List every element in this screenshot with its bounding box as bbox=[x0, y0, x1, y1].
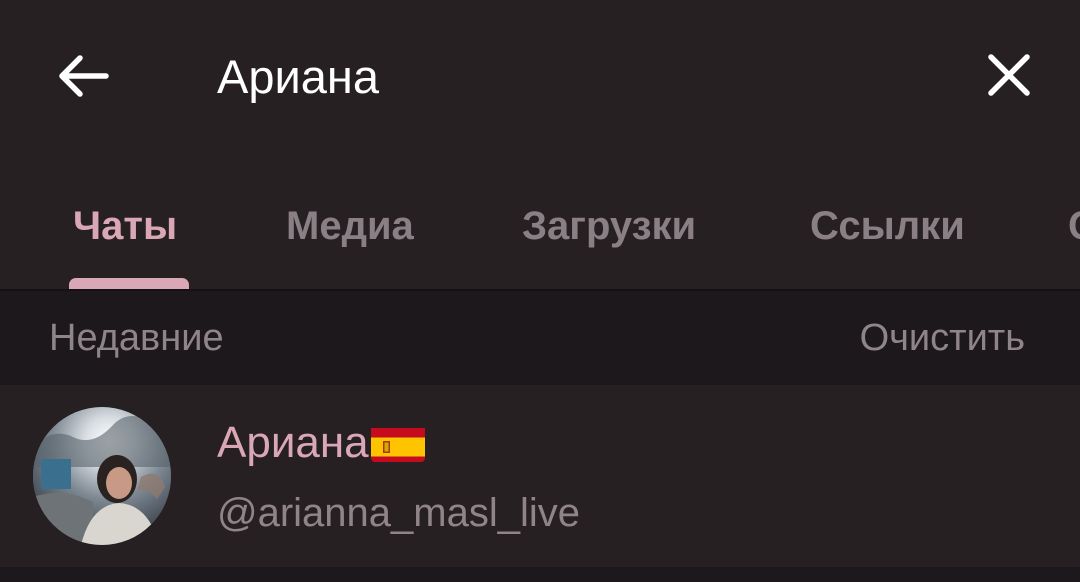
avatar bbox=[33, 407, 171, 545]
avatar-photo bbox=[33, 407, 171, 545]
tab-chats[interactable]: Чаты bbox=[73, 198, 177, 254]
tab-downloads[interactable]: Загрузки bbox=[522, 198, 696, 254]
result-name-text: Ариана bbox=[217, 418, 369, 467]
search-result-row[interactable]: Ариана @arianna_masl_live bbox=[0, 385, 1080, 567]
recent-header: Недавние Очистить bbox=[0, 291, 1080, 385]
spain-flag-icon bbox=[370, 424, 425, 462]
result-username: @arianna_masl_live bbox=[217, 491, 581, 535]
recent-title: Недавние bbox=[49, 317, 224, 359]
search-input[interactable]: Ариана bbox=[217, 46, 379, 108]
tab-links[interactable]: Ссылки bbox=[810, 198, 965, 254]
search-bar: Ариана bbox=[0, 0, 1080, 150]
clear-recent-button[interactable]: Очистить bbox=[860, 313, 1025, 363]
tab-bar: Чаты Медиа Загрузки Ссылки С bbox=[0, 150, 1080, 289]
close-icon bbox=[988, 54, 1030, 96]
active-tab-indicator bbox=[69, 278, 189, 289]
tab-more[interactable]: С bbox=[1068, 198, 1080, 254]
clear-search-button[interactable] bbox=[978, 44, 1040, 106]
tab-media[interactable]: Медиа bbox=[286, 198, 414, 254]
search-screen: Ариана Чаты Медиа Загрузки Ссылки С Неда… bbox=[0, 0, 1080, 582]
result-name: Ариана bbox=[217, 415, 425, 471]
back-button[interactable] bbox=[50, 46, 114, 106]
arrow-left-icon bbox=[59, 55, 109, 97]
list-bottom-divider bbox=[0, 567, 1080, 582]
